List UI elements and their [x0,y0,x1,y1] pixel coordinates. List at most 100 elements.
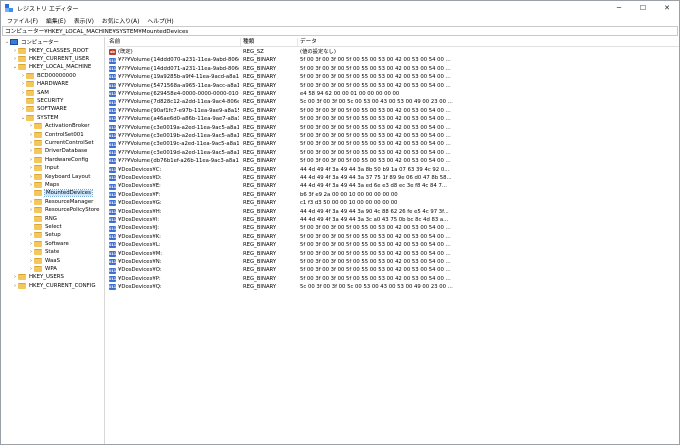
value-name-cell: 011 ¥??¥Volume{db76b1ef-a26b-11ea-9ac3-a8… [109,157,239,165]
value-name: ¥??¥Volume{c3e0019c-a2ed-11ea-9ac5-a8a15… [118,141,239,148]
tree-item[interactable]: › SAM [2,88,49,96]
menu-help[interactable]: ヘルプ(H) [143,16,177,25]
tree-item-label: HKEY_LOCAL_MACHINE [29,64,92,71]
value-data: 5f 00 3f 00 3f 00 5f 00 55 00 53 00 42 0… [300,250,451,257]
value-row[interactable]: 011 ¥??¥Volume{7d828c12-a2dd-11ea-9ac4-80… [107,98,679,106]
tree-item[interactable]: ⌄ SYSTEM [2,114,59,122]
value-name-cell: 011 ¥DosDevices¥Q: [109,283,239,291]
value-row[interactable]: 011 ¥DosDevices¥O: REG_BINARY 5f 00 3f 00 3… [107,266,679,274]
value-name: ¥DosDevices¥G: [118,200,162,207]
tree-item[interactable]: › CurrentControlSet [2,139,94,147]
tree-item[interactable]: › Software [2,240,69,248]
value-row[interactable]: 011 ¥DosDevices¥F: REG_BINARY b6 3f e9 2a 0… [107,191,679,199]
value-name-cell: 011 ¥DosDevices¥N: [109,258,239,266]
tree-item-label: ResourcePolicyStore [45,207,100,214]
value-row[interactable]: 011 ¥??¥Volume{c3e0019b-a2ed-11ea-9ac5-a8… [107,132,679,140]
tree-item[interactable]: › HARDWARE [2,80,69,88]
value-row[interactable]: 011 ¥DosDevices¥G: REG_BINARY c1 f3 d3 50 0… [107,199,679,207]
tree-item-label: Maps [45,181,60,188]
tree-item[interactable]: › WaaS [2,256,60,264]
value-row[interactable]: 011 ¥DosDevices¥P: REG_BINARY 5f 00 3f 00 3… [107,275,679,283]
key-tree[interactable]: ⌄ コンピューター › HKEY_CLASSES_ROOT › HKEY_CURRENT_… [2,37,105,444]
tree-item[interactable]: › Setup [2,231,61,239]
value-row[interactable]: 011 ¥DosDevices¥E: REG_BINARY 44 4d 49 4f 3… [107,182,679,190]
value-row[interactable]: 011 ¥??¥Volume{5471568a-a965-11ea-9acc-a8… [107,82,679,90]
tree-item[interactable]: › ControlSet001 [2,130,84,138]
tree-item[interactable]: › HKEY_USERS [2,273,64,281]
value-row[interactable]: 011 ¥DosDevices¥Q: REG_BINARY 5c 00 3f 00 3… [107,283,679,291]
tree-item[interactable]: RNG [2,214,57,222]
binary-value-icon: 011 [109,250,117,257]
value-name: ¥DosDevices¥K: [118,233,161,240]
value-row[interactable]: 011 ¥DosDevices¥M: REG_BINARY 5f 00 3f 00 3… [107,250,679,258]
value-row[interactable]: 011 ¥??¥Volume{90af1fc7-e97b-11ea-9ae9-a8… [107,107,679,115]
tree-item[interactable]: › HKEY_CURRENT_USER [2,55,89,63]
value-row[interactable]: ab (既定) REG_SZ (値の設定なし) [107,48,679,56]
value-row[interactable]: 011 ¥DosDevices¥J: REG_BINARY 5f 00 3f 00 3… [107,224,679,232]
menu-edit[interactable]: 編集(E) [42,16,70,25]
folder-icon [34,131,42,138]
value-row[interactable]: 011 ¥??¥Volume{c3e0019c-a2ed-11ea-9ac5-a8… [107,140,679,148]
tree-item[interactable]: SECURITY [2,97,63,105]
tree-item[interactable]: ⌄ HKEY_LOCAL_MACHINE [2,63,91,71]
tree-item[interactable]: › SOFTWARE [2,105,67,113]
menu-favorites[interactable]: お気に入り(A) [98,16,143,25]
menu-file[interactable]: ファイル(F) [3,16,42,25]
value-row[interactable]: 011 ¥DosDevices¥N: REG_BINARY 5f 00 3f 00 3… [107,258,679,266]
value-name-cell: 011 ¥??¥Volume{90af1fc7-e97b-11ea-9ae9-a8… [109,107,239,115]
value-name-cell: 011 ¥??¥Volume{c3e0019b-a2ed-11ea-9ac5-a8… [109,132,239,140]
tree-item[interactable]: › ResourcePolicyStore [2,206,99,214]
tree-item[interactable]: › Input [2,164,59,172]
column-header-data[interactable]: データ [298,38,679,46]
column-header-name[interactable]: 名前 [107,38,241,46]
tree-item[interactable]: › Maps [2,181,59,189]
value-row[interactable]: 011 ¥??¥Volume{db76b1ef-a26b-11ea-9ac3-a8… [107,157,679,165]
tree-item[interactable]: › State [2,248,59,256]
menu-view[interactable]: 表示(V) [70,16,98,25]
value-row[interactable]: 011 ¥DosDevices¥I: REG_BINARY 44 4d 49 4f 3… [107,216,679,224]
value-row[interactable]: 011 ¥??¥Volume{a46ae6d0-a86b-11ea-9ae7-a8… [107,115,679,123]
window-title: レジストリ エディター [17,5,79,13]
minimize-button[interactable]: ─ [607,1,631,15]
value-row[interactable]: 011 ¥??¥Volume{c3e0019a-a2ed-11ea-9ac5-a8… [107,124,679,132]
tree-item-label: Setup [45,232,61,239]
tree-item[interactable]: › BCD00000000 [2,72,76,80]
value-row[interactable]: 011 ¥DosDevices¥C: REG_BINARY 44 4d 49 4f 3… [107,166,679,174]
value-list: 名前 種類 データ ab (既定) REG_SZ (値の設定なし) 011 ¥??¥Vol… [107,37,679,444]
tree-item[interactable]: › HardwareConfig [2,156,88,164]
title-bar[interactable]: レジストリ エディター ─ ☐ ✕ [1,1,679,15]
value-row[interactable]: 011 ¥DosDevices¥L: REG_BINARY 5f 00 3f 00 3… [107,241,679,249]
tree-item[interactable]: MountedDevices [2,189,93,198]
value-row[interactable]: 011 ¥??¥Volume{c3e0019d-a2ed-11ea-9ac5-a8… [107,149,679,157]
value-name-cell: 011 ¥DosDevices¥O: [109,266,239,274]
value-type: REG_BINARY [243,82,277,89]
tree-item[interactable]: › ActivationBroker [2,122,90,130]
tree-item-label: ActivationBroker [45,123,90,130]
maximize-button[interactable]: ☐ [631,1,655,15]
tree-item[interactable]: › HKEY_CURRENT_CONFIG [2,282,96,290]
value-row[interactable]: 011 ¥DosDevices¥K: REG_BINARY 5f 00 3f 00 3… [107,233,679,241]
binary-value-icon: 011 [109,225,117,232]
tree-item[interactable]: › HKEY_CLASSES_ROOT [2,46,88,54]
tree-item[interactable]: ⌄ コンピューター [2,38,59,46]
tree-item[interactable]: › WPA [2,265,57,273]
column-header-type[interactable]: 種類 [241,38,298,46]
value-row[interactable]: 011 ¥??¥Volume{629458e4-0000-0000-0000-01… [107,90,679,98]
value-row[interactable]: 011 ¥??¥Volume{14ddd070-a231-11ea-9abd-80… [107,56,679,64]
binary-value-icon: 011 [109,116,117,123]
address-bar[interactable]: コンピューター¥HKEY_LOCAL_MACHINE¥SYSTEM¥Mounte… [2,26,678,36]
tree-item[interactable]: › Keyboard Layout [2,172,90,180]
folder-icon [18,47,26,54]
value-name: ¥DosDevices¥F: [118,191,161,198]
value-row[interactable]: 011 ¥??¥Volume{14ddd071-a231-11ea-9abd-80… [107,65,679,73]
tree-item-label: コンピューター [21,40,59,47]
tree-item[interactable]: › DriverDatabase [2,147,87,155]
tree-item[interactable]: › ResourceManager [2,198,93,206]
value-data: e4 58 94 62 00 00 01 00 00 00 00 00 [300,91,400,97]
close-button[interactable]: ✕ [655,1,679,15]
value-row[interactable]: 011 ¥DosDevices¥D: REG_BINARY 44 4d 49 4f 3… [107,174,679,182]
value-data: 5f 00 3f 00 3f 00 5f 00 55 00 53 00 42 0… [300,133,451,139]
value-row[interactable]: 011 ¥??¥Volume{19a9285b-a9f4-11ea-9acd-a8… [107,73,679,81]
tree-item[interactable]: Select [2,223,62,231]
value-row[interactable]: 011 ¥DosDevices¥H: REG_BINARY 44 4d 49 4f 3… [107,208,679,216]
